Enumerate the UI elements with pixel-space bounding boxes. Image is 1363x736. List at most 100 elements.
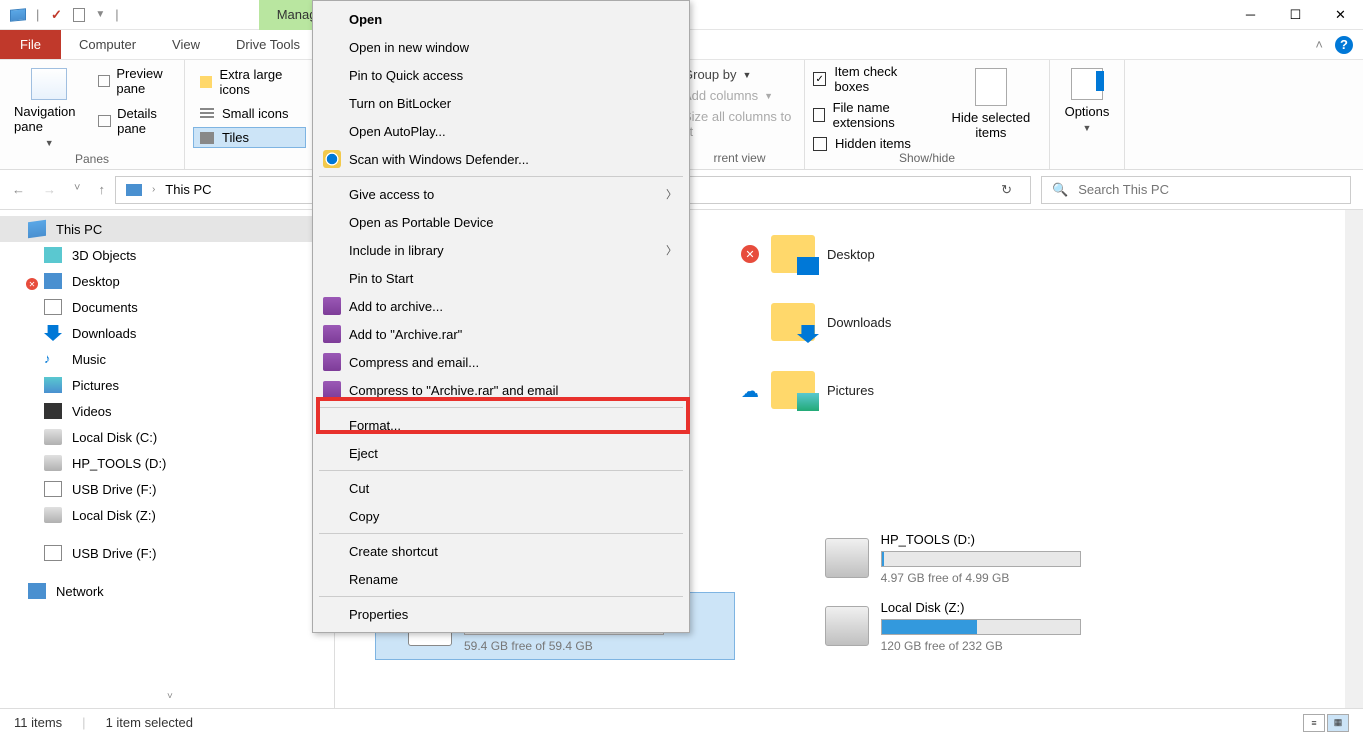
breadcrumb-chevron-icon[interactable]: › xyxy=(152,184,155,195)
tab-computer[interactable]: Computer xyxy=(61,30,154,59)
back-button[interactable]: ← xyxy=(12,182,25,197)
tree-expand-icon[interactable]: ˅ xyxy=(167,691,173,702)
current-view-label: rrent view xyxy=(683,151,796,169)
cm-compress-rar-email[interactable]: Compress to "Archive.rar" and email xyxy=(313,376,689,404)
tree-local-disk-z[interactable]: Local Disk (Z:) xyxy=(0,502,334,528)
tree-downloads[interactable]: Downloads xyxy=(0,320,334,346)
minimize-button[interactable]: ─ xyxy=(1228,0,1273,30)
cm-add-to-archive-rar[interactable]: Add to "Archive.rar" xyxy=(313,320,689,348)
this-pc-title-icon xyxy=(10,8,26,21)
details-pane-button[interactable]: Details pane xyxy=(94,104,176,138)
error-badge-icon: ✕ xyxy=(26,278,38,290)
tree-videos[interactable]: Videos xyxy=(0,398,334,424)
up-button[interactable]: ↑ xyxy=(98,182,105,197)
quick-access-paste-icon[interactable] xyxy=(73,8,85,22)
tree-this-pc[interactable]: This PC xyxy=(0,216,334,242)
refresh-button[interactable]: ↻ xyxy=(993,182,1020,198)
content-scrollbar[interactable] xyxy=(1345,210,1363,708)
tree-desktop[interactable]: ✕Desktop xyxy=(0,268,334,294)
cm-open-portable-device[interactable]: Open as Portable Device xyxy=(313,208,689,236)
checkbox-icon xyxy=(813,108,825,122)
tree-usb-drive-f-2[interactable]: USB Drive (F:) xyxy=(0,540,334,566)
cm-pin-to-start[interactable]: Pin to Start xyxy=(313,264,689,292)
layout-small-icons[interactable]: Small icons xyxy=(193,103,306,124)
cm-open[interactable]: Open xyxy=(313,5,689,33)
cm-open-new-window[interactable]: Open in new window xyxy=(313,33,689,61)
item-checkboxes-toggle[interactable]: ✓ Item check boxes xyxy=(813,64,931,94)
layout-extra-large[interactable]: Extra large icons xyxy=(193,64,306,100)
error-badge-icon: ✕ xyxy=(741,245,759,263)
hidden-items-toggle[interactable]: Hidden items xyxy=(813,136,931,151)
music-icon: ♪ xyxy=(44,351,62,367)
folder-tile-desktop[interactable]: ✕ Desktop xyxy=(735,220,1075,288)
folder-tile-downloads[interactable]: Downloads xyxy=(735,288,1075,356)
cm-create-shortcut[interactable]: Create shortcut xyxy=(313,537,689,565)
group-by-button[interactable]: Group by ▼ xyxy=(683,64,796,85)
cm-eject[interactable]: Eject xyxy=(313,439,689,467)
breadcrumb-this-pc[interactable]: This PC xyxy=(165,182,211,197)
desktop-icon xyxy=(44,273,62,289)
network-icon xyxy=(28,583,46,599)
winrar-icon xyxy=(323,381,341,399)
cm-copy[interactable]: Copy xyxy=(313,502,689,530)
disk-icon xyxy=(44,507,62,523)
tree-documents[interactable]: Documents xyxy=(0,294,334,320)
tiles-icon xyxy=(200,132,214,144)
tree-network[interactable]: Network xyxy=(0,578,334,604)
folder-icon xyxy=(771,371,815,409)
navigation-pane-button[interactable]: Navigation pane ▼ xyxy=(8,64,90,152)
tree-3d-objects[interactable]: 3D Objects xyxy=(0,242,334,268)
recent-dropdown[interactable]: ˅ xyxy=(74,182,80,197)
title-separator-2: | xyxy=(115,7,118,22)
tab-drive-tools[interactable]: Drive Tools xyxy=(218,30,318,59)
extra-large-icons-icon xyxy=(200,76,212,88)
quick-access-checkmark-icon[interactable]: ✓ xyxy=(49,8,63,22)
cm-add-to-archive[interactable]: Add to archive... xyxy=(313,292,689,320)
context-menu: Open Open in new window Pin to Quick acc… xyxy=(312,0,690,633)
folder-tile-pictures[interactable]: ☁ Pictures xyxy=(735,356,1075,424)
cloud-sync-icon: ☁ xyxy=(741,381,759,399)
cm-open-autoplay[interactable]: Open AutoPlay... xyxy=(313,117,689,145)
this-pc-address-icon xyxy=(126,184,142,196)
drive-usage-bar xyxy=(881,551,1081,567)
options-button[interactable]: Options ▼ xyxy=(1058,64,1116,137)
cm-rename[interactable]: Rename xyxy=(313,565,689,593)
cm-give-access-to[interactable]: Give access to〉 xyxy=(313,180,689,208)
ribbon-collapse-icon[interactable]: ˄ xyxy=(1315,37,1323,52)
add-columns-button[interactable]: Add columns ▼ xyxy=(683,85,796,106)
cm-turn-on-bitlocker[interactable]: Turn on BitLocker xyxy=(313,89,689,117)
drive-tile-local-z[interactable]: Local Disk (Z:) 120 GB free of 232 GB xyxy=(819,592,1089,660)
size-columns-button[interactable]: Size all columns to fit xyxy=(683,106,796,142)
tiles-view-toggle[interactable]: ▦ xyxy=(1327,714,1349,732)
tab-view[interactable]: View xyxy=(154,30,218,59)
help-icon[interactable]: ? xyxy=(1335,36,1353,54)
hide-selected-button[interactable]: Hide selected items xyxy=(941,64,1041,151)
details-view-toggle[interactable]: ≡ xyxy=(1303,714,1325,732)
quick-access-dropdown-icon[interactable]: ▼ xyxy=(95,9,105,20)
cm-cut[interactable]: Cut xyxy=(313,474,689,502)
tree-pictures[interactable]: Pictures xyxy=(0,372,334,398)
cm-pin-quick-access[interactable]: Pin to Quick access xyxy=(313,61,689,89)
tree-local-disk-c[interactable]: Local Disk (C:) xyxy=(0,424,334,450)
cm-include-in-library[interactable]: Include in library〉 xyxy=(313,236,689,264)
cm-properties[interactable]: Properties xyxy=(313,600,689,628)
cm-format[interactable]: Format... xyxy=(313,411,689,439)
forward-button[interactable]: → xyxy=(43,182,56,197)
options-group: Options ▼ xyxy=(1050,60,1125,169)
file-extensions-toggle[interactable]: File name extensions xyxy=(813,100,931,130)
tree-usb-drive-f[interactable]: USB Drive (F:) xyxy=(0,476,334,502)
drive-tile-hp-tools[interactable]: HP_TOOLS (D:) 4.97 GB free of 4.99 GB xyxy=(819,524,1089,592)
cm-compress-email[interactable]: Compress and email... xyxy=(313,348,689,376)
search-box[interactable]: 🔍 xyxy=(1041,176,1351,204)
layout-tiles[interactable]: Tiles xyxy=(193,127,306,148)
search-input[interactable] xyxy=(1078,182,1340,197)
tree-hp-tools[interactable]: HP_TOOLS (D:) xyxy=(0,450,334,476)
submenu-arrow-icon: 〉 xyxy=(666,186,677,202)
tab-file[interactable]: File xyxy=(0,30,61,59)
folder-icon xyxy=(771,235,815,273)
close-button[interactable]: ✕ xyxy=(1318,0,1363,30)
tree-music[interactable]: ♪Music xyxy=(0,346,334,372)
cm-scan-defender[interactable]: Scan with Windows Defender... xyxy=(313,145,689,173)
preview-pane-button[interactable]: Preview pane xyxy=(94,64,176,98)
maximize-button[interactable]: ☐ xyxy=(1273,0,1318,30)
